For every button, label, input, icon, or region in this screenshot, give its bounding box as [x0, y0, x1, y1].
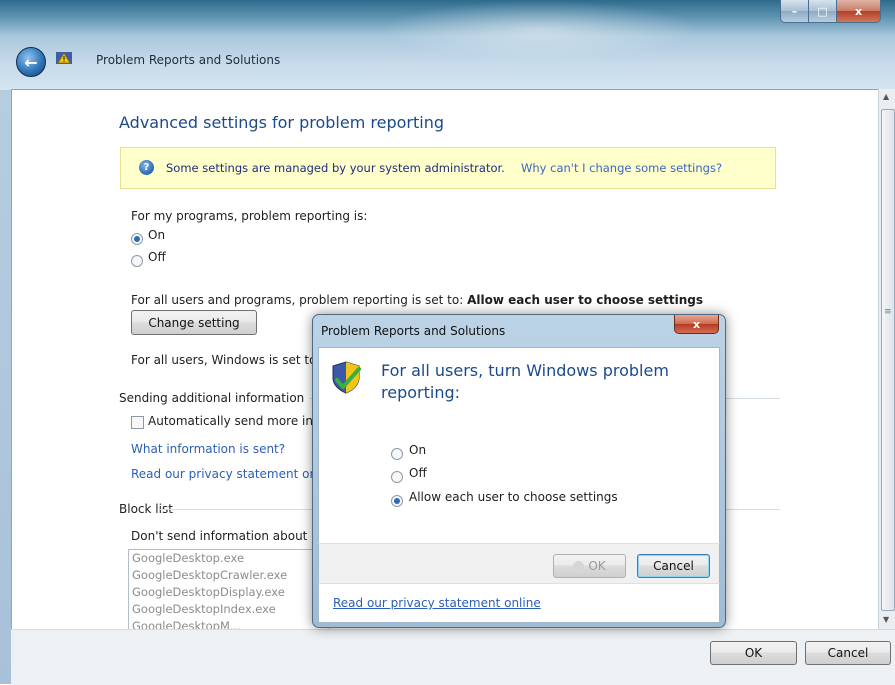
dialog-radio-on-label: On	[409, 443, 427, 457]
minimize-button[interactable]: –	[780, 0, 809, 23]
what-info-sent-link[interactable]: What information is sent?	[131, 442, 285, 456]
dialog-heading: For all users, turn Windows problem repo…	[381, 361, 669, 402]
dialog-radio-off-label: Off	[409, 466, 427, 480]
dialog-ok-label: OK	[588, 559, 606, 573]
window-title: Problem Reports and Solutions	[96, 53, 281, 67]
cancel-button[interactable]: Cancel	[805, 641, 891, 665]
admin-notice: ? Some settings are managed by your syst…	[120, 147, 776, 189]
radio-on-label: On	[148, 228, 166, 242]
my-programs-label: For my programs, problem reporting is:	[131, 209, 368, 223]
block-list-label: Don't send information about	[131, 529, 308, 543]
shield-disabled-icon	[573, 560, 585, 572]
list-item[interactable]: GoogleDesktopCrawler.exe	[129, 567, 329, 584]
scroll-down-icon[interactable]: ▼	[883, 615, 889, 624]
footer-bar: OK Cancel	[11, 629, 895, 685]
all-users-programs-value: Allow each user to choose settings	[467, 293, 704, 307]
radio-on[interactable]	[131, 233, 143, 245]
auto-send-checkbox[interactable]	[131, 416, 144, 429]
block-list-box[interactable]: GoogleDesktop.exe GoogleDesktopCrawler.e…	[128, 549, 330, 641]
change-setting-button[interactable]: Change setting	[131, 310, 257, 335]
list-item[interactable]: GoogleDesktop.exe	[129, 550, 329, 567]
dialog-ok-button[interactable]: OK	[553, 554, 626, 578]
vertical-scrollbar[interactable]: ▲ ≡ ▼	[878, 89, 895, 629]
dialog-button-bar: OK Cancel	[318, 543, 720, 584]
dialog-close-button[interactable]: x	[674, 315, 719, 334]
all-users-programs-prefix: For all users and programs, problem repo…	[131, 293, 464, 307]
notice-text: Some settings are managed by your system…	[166, 161, 505, 175]
radio-off-label: Off	[148, 250, 166, 264]
all-users-windows-text: For all users, Windows is set to	[131, 353, 317, 367]
title-bar	[0, 0, 895, 90]
list-item[interactable]: GoogleDesktopDisplay.exe	[129, 584, 329, 601]
dialog-radio-off[interactable]	[391, 471, 403, 483]
dialog-radio-on[interactable]	[391, 448, 403, 460]
ok-button[interactable]: OK	[710, 641, 797, 665]
maximize-button[interactable]: □	[809, 0, 837, 23]
sending-info-heading: Sending additional information	[119, 391, 305, 405]
scroll-thumb[interactable]	[881, 109, 895, 611]
dialog-radio-allow-label: Allow each user to choose settings	[409, 490, 618, 504]
turn-reporting-dialog: Problem Reports and Solutions x For all …	[312, 314, 726, 628]
dialog-radio-allow-each-user[interactable]	[391, 495, 403, 507]
list-item[interactable]: GoogleDesktopIndex.exe	[129, 601, 329, 618]
all-users-programs-text: For all users and programs, problem repo…	[131, 293, 703, 307]
question-icon: ?	[139, 160, 154, 175]
dialog-link-bar: Read our privacy statement online	[318, 583, 720, 623]
why-cant-change-link[interactable]: Why can't I change some settings?	[521, 161, 722, 175]
radio-off[interactable]	[131, 255, 143, 267]
privacy-statement-link[interactable]: Read our privacy statement on	[131, 467, 317, 481]
dialog-title: Problem Reports and Solutions	[321, 324, 506, 338]
auto-send-label: Automatically send more in	[148, 414, 313, 428]
caption-buttons: – □ x	[780, 0, 881, 23]
main-window: – □ x ← Problem Reports and Solutions ▲ …	[0, 0, 895, 685]
shield-checkmark-icon	[332, 361, 361, 394]
back-arrow-icon[interactable]: ←	[16, 47, 46, 77]
page-title: Advanced settings for problem reporting	[119, 113, 444, 132]
close-button[interactable]: x	[837, 0, 881, 23]
dialog-privacy-link[interactable]: Read our privacy statement online	[333, 596, 541, 610]
problem-reports-icon	[56, 52, 72, 64]
dialog-cancel-button[interactable]: Cancel	[637, 554, 710, 578]
scroll-up-icon[interactable]: ▲	[883, 92, 889, 101]
scroll-grip-icon: ≡	[884, 307, 892, 317]
